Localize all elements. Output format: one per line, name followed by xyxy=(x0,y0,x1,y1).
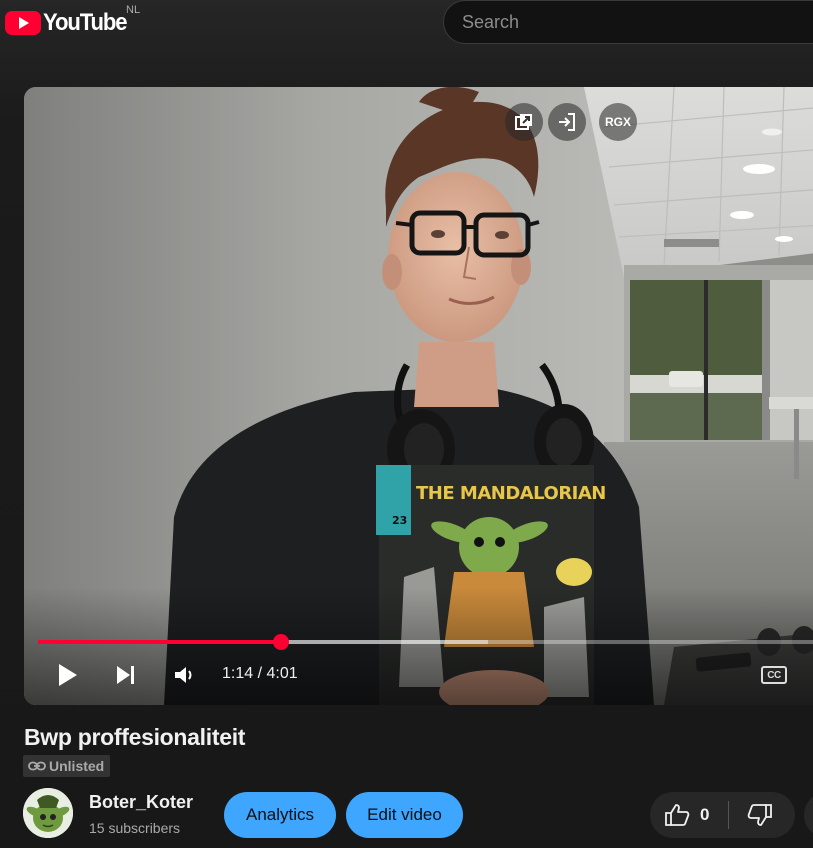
avatar-image xyxy=(23,788,73,838)
link-icon xyxy=(28,761,46,771)
rgx-label: RGX xyxy=(604,115,631,129)
thumbs-up-icon xyxy=(665,804,690,826)
video-title: Bwp proffesionaliteit xyxy=(24,724,246,750)
visibility-label: Unlisted xyxy=(49,758,105,774)
unlisted-badge: Unlisted xyxy=(23,755,111,777)
time-display: 1:14 / 4:01 xyxy=(222,665,298,682)
youtube-watch-page: YouTube NL Search 23 THE MANDALORIAN RGX… xyxy=(0,0,813,848)
miniplayer-button[interactable] xyxy=(505,103,543,141)
rgx-extension-button[interactable]: RGX xyxy=(599,103,637,141)
analytics-button[interactable]: Analytics xyxy=(224,792,336,838)
progress-scrubber[interactable] xyxy=(272,634,289,650)
play-button[interactable] xyxy=(52,659,84,691)
like-button[interactable]: 0 xyxy=(650,792,728,838)
enter-icon xyxy=(559,113,575,131)
youtube-play-logo-icon xyxy=(5,11,41,35)
like-dislike-group: 0 xyxy=(650,792,795,838)
edit-video-button[interactable]: Edit video xyxy=(346,792,463,838)
progress-bar[interactable] xyxy=(38,634,813,650)
svg-text:23: 23 xyxy=(392,514,407,527)
search-input[interactable] xyxy=(462,1,792,43)
shirt-text: THE MANDALORIAN xyxy=(416,483,606,504)
video-frame: 23 THE MANDALORIAN xyxy=(24,87,813,705)
country-code: NL xyxy=(126,4,141,16)
skip-next-icon xyxy=(117,666,134,684)
next-button[interactable] xyxy=(110,659,142,691)
subscriber-count: 15 subscribers xyxy=(89,820,181,836)
volume-icon xyxy=(175,667,192,683)
miniplayer-icon xyxy=(515,114,532,130)
youtube-wordmark: YouTube xyxy=(43,9,128,36)
volume-button[interactable] xyxy=(168,659,200,691)
subtitles-button[interactable]: CC xyxy=(761,666,787,684)
dislike-button[interactable] xyxy=(729,792,795,838)
youtube-logo[interactable]: YouTube xyxy=(5,8,134,38)
search-box xyxy=(443,0,813,44)
channel-name[interactable]: Boter_Koter xyxy=(89,792,193,813)
play-icon xyxy=(59,664,77,686)
share-button[interactable] xyxy=(804,792,813,838)
video-player[interactable]: 23 THE MANDALORIAN RGX 1:14 / 4:01 CC xyxy=(24,87,813,705)
channel-avatar[interactable] xyxy=(23,788,73,838)
masthead: YouTube NL xyxy=(0,0,813,50)
buffer-bar xyxy=(280,640,489,644)
thumbs-down-icon xyxy=(747,804,772,826)
played-bar xyxy=(38,640,281,644)
like-count: 0 xyxy=(700,805,710,824)
signin-share-button[interactable] xyxy=(548,103,586,141)
